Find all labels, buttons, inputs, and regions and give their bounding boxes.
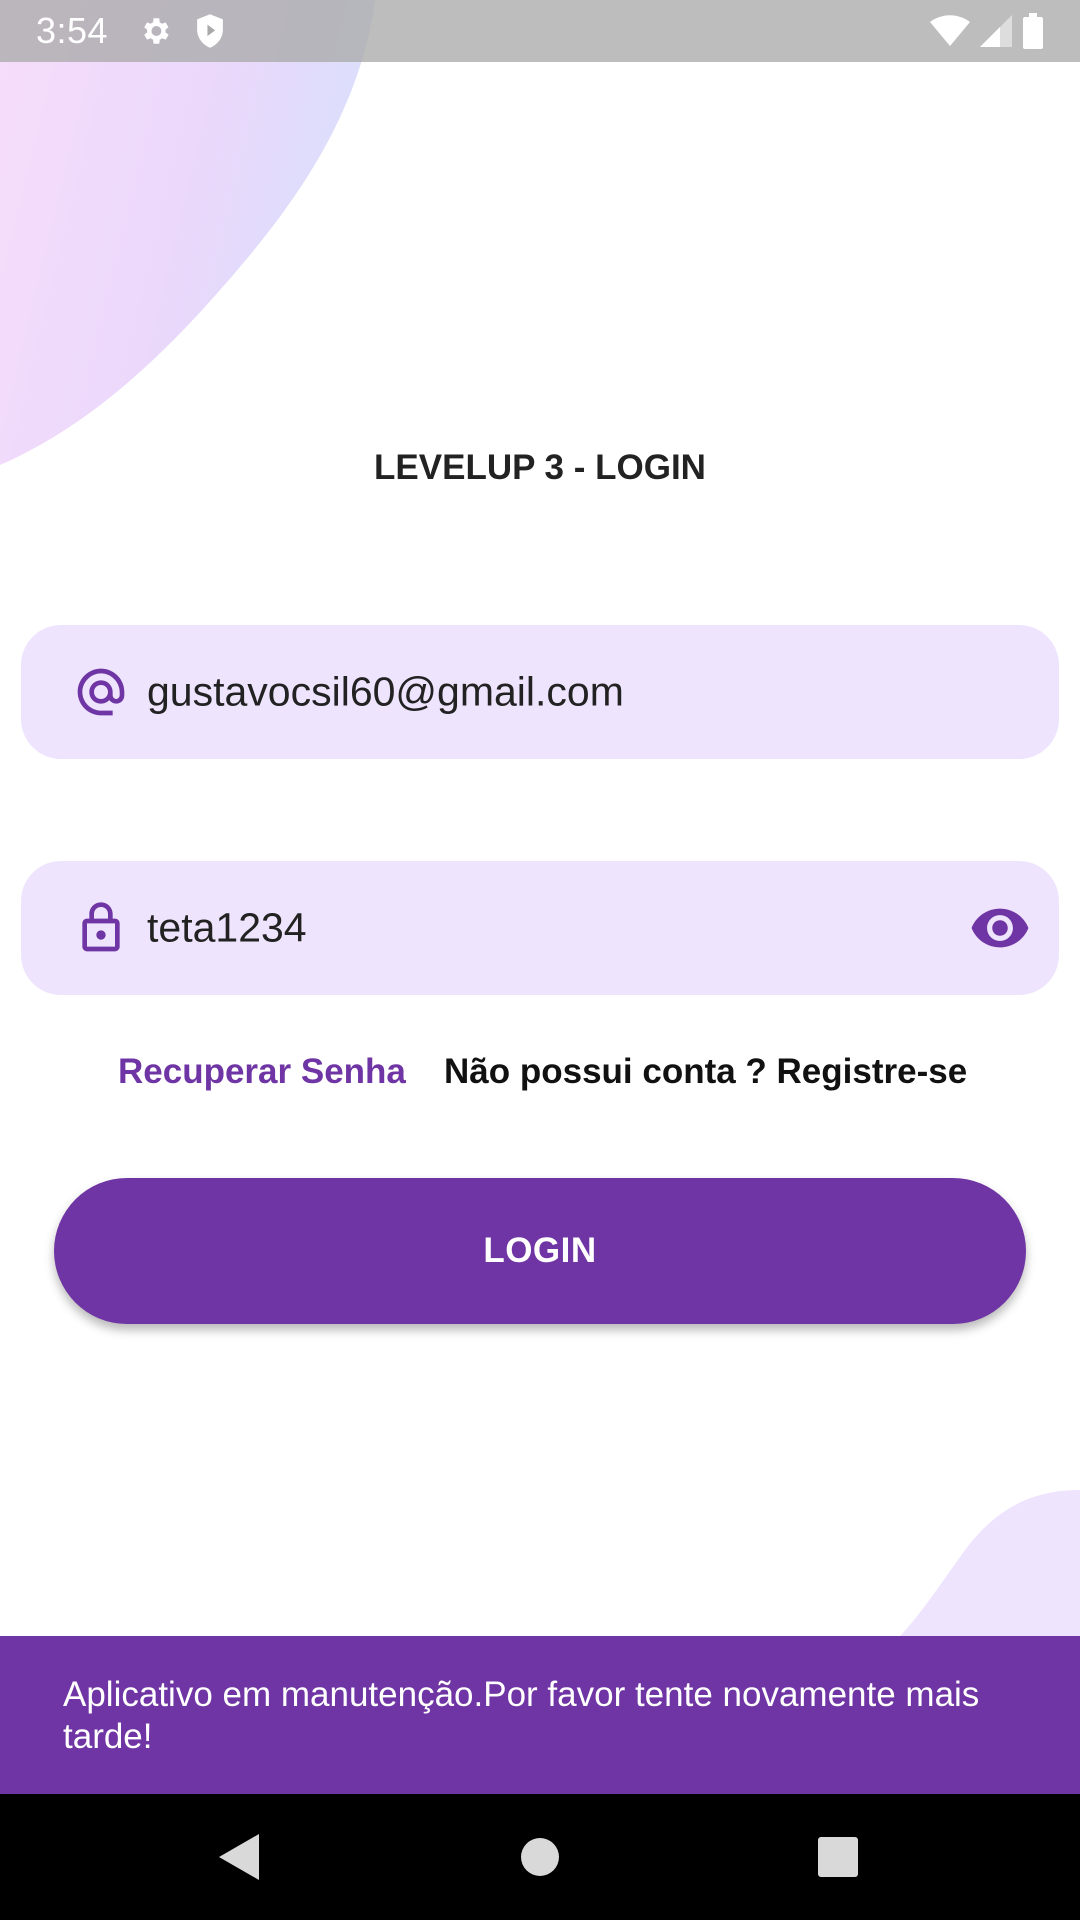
gear-icon (138, 14, 172, 48)
at-icon (73, 664, 129, 720)
lock-icon (73, 900, 129, 956)
home-icon[interactable] (521, 1838, 559, 1876)
recents-icon[interactable] (818, 1837, 858, 1877)
login-button-label: LOGIN (483, 1231, 597, 1270)
register-link[interactable]: Não possui conta ? Registre-se (444, 1052, 967, 1092)
email-value: gustavocsil60@gmail.com (147, 668, 624, 715)
password-value: teta1234 (147, 904, 307, 951)
page-title: LEVELUP 3 - LOGIN (374, 448, 706, 487)
login-screen: 3:54 LEVELUP 3 - LOGIN gustavocsil60@gma… (0, 0, 1080, 1920)
status-time: 3:54 (36, 10, 109, 51)
snackbar-message: Aplicativo em manutenção.Por favor tente… (63, 1675, 980, 1756)
password-field[interactable]: teta1234 (21, 861, 1059, 995)
recover-password-link[interactable]: Recuperar Senha (118, 1052, 406, 1092)
signal-icon (980, 15, 1012, 47)
decorative-blob-bottom (900, 1490, 1080, 1636)
eye-icon[interactable] (969, 897, 1031, 959)
status-bar: 3:54 (0, 0, 1080, 62)
snackbar: Aplicativo em manutenção.Por favor tente… (0, 1636, 1080, 1794)
status-icons-right (930, 0, 1044, 62)
navigation-bar (0, 1794, 1080, 1920)
email-field[interactable]: gustavocsil60@gmail.com (21, 625, 1059, 759)
login-button[interactable]: LOGIN (54, 1178, 1026, 1324)
battery-icon (1022, 13, 1044, 49)
wifi-icon (930, 15, 970, 47)
shield-icon (194, 13, 226, 49)
decorative-blob-top (0, 0, 375, 465)
links-row: Recuperar Senha Não possui conta ? Regis… (0, 1052, 1080, 1102)
back-icon[interactable] (219, 1834, 261, 1880)
